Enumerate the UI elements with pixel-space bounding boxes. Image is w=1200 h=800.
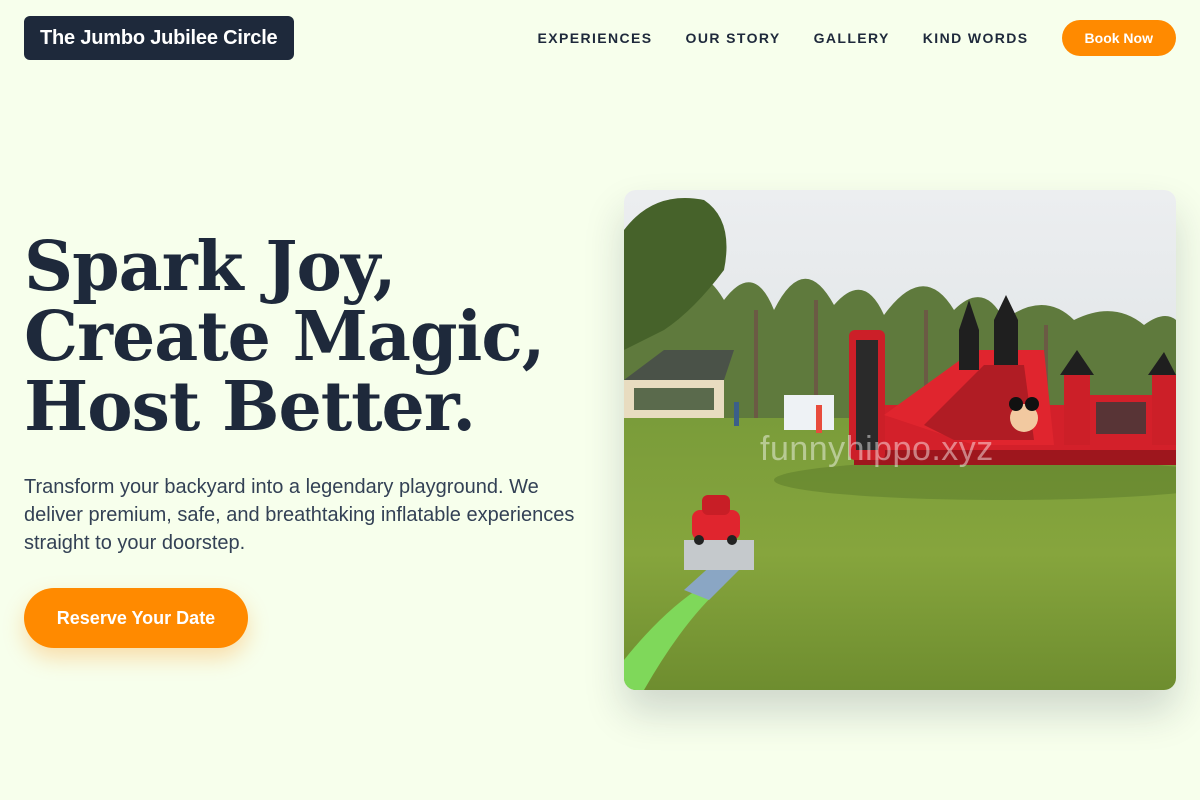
hero-title-line-2: Create Magic, [24,297,545,377]
nav-link-kind-words[interactable]: KIND WORDS [923,30,1029,46]
hero-title: Spark Joy, Create Magic, Host Better. [24,232,584,442]
reserve-date-button[interactable]: Reserve Your Date [24,588,248,648]
book-now-button[interactable]: Book Now [1061,20,1176,56]
nav-link-gallery[interactable]: GALLERY [814,30,890,46]
nav-link-our-story[interactable]: OUR STORY [686,30,781,46]
nav-link-experiences[interactable]: EXPERIENCES [538,30,653,46]
hero-title-line-1: Spark Joy, [24,227,397,307]
main-nav: EXPERIENCES OUR STORY GALLERY KIND WORDS… [538,20,1176,56]
hero-image: funnyhippo.xyz [624,190,1176,690]
hero-description: Transform your backyard into a legendary… [24,476,575,554]
image-watermark: funnyhippo.xyz [760,430,994,468]
landing-page: The Jumbo Jubilee Circle EXPERIENCES OUR… [0,0,1200,800]
hero-title-line-3: Host Better. [24,367,476,447]
site-logo[interactable]: The Jumbo Jubilee Circle [24,16,294,60]
site-header: The Jumbo Jubilee Circle EXPERIENCES OUR… [24,16,1176,60]
